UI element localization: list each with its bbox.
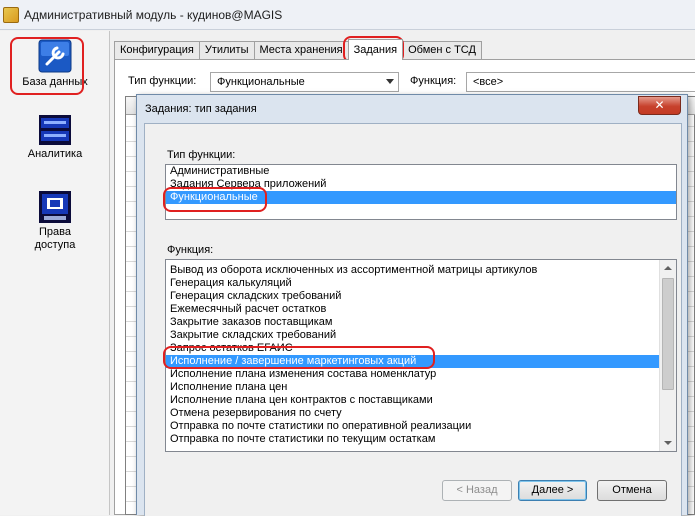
dialog-body: Тип функции: Административные Задания Се…	[144, 123, 682, 516]
task-type-dialog: Задания: тип задания ✕ Тип функции: Адми…	[136, 94, 688, 516]
function-filter-label: Функция:	[410, 75, 457, 87]
tab-utilities[interactable]: Утилиты	[198, 41, 255, 60]
function-group-label: Функция:	[167, 244, 214, 256]
list-item[interactable]: Административные	[166, 165, 676, 178]
tab-storage-locations[interactable]: Места хранения	[253, 41, 349, 60]
function-type-combo[interactable]: Функциональные	[210, 72, 399, 92]
list-item[interactable]: Отправка по почте статистики по оператив…	[166, 420, 676, 433]
list-item-selected[interactable]: Исполнение / завершение маркетинговых ак…	[166, 355, 676, 368]
nav-label-database: База данных	[22, 76, 88, 88]
list-item[interactable]: Отправка по почте статистики по текущим …	[166, 433, 676, 446]
app-icon	[3, 6, 19, 23]
tab-tasks[interactable]: Задания	[347, 39, 404, 60]
function-list-scrollbar[interactable]	[659, 260, 676, 451]
nav-label-analytics: Аналитика	[27, 148, 83, 160]
scroll-down-button[interactable]	[660, 434, 676, 451]
chevron-down-icon	[664, 441, 672, 445]
window-title-bar: Административный модуль - кудинов@MAGIS	[0, 0, 695, 30]
list-item[interactable]: Ежемесячный расчет остатков	[166, 303, 676, 316]
navigation-pane: База данных Аналитика Права доступа	[0, 31, 110, 515]
window-title: Административный модуль - кудинов@MAGIS	[24, 7, 283, 22]
function-combo[interactable]: <все>	[466, 72, 695, 92]
list-item[interactable]: Исполнение плана цен	[166, 381, 676, 394]
list-item[interactable]: Генерация калькуляций	[166, 277, 676, 290]
list-item[interactable]: Исполнение плана изменения состава номен…	[166, 368, 676, 381]
list-item[interactable]: Вывод из оборота исключенных из ассортим…	[166, 264, 676, 277]
list-item[interactable]: Генерация складских требований	[166, 290, 676, 303]
function-listbox[interactable]: Вывод из оборота исключенных из ассортим…	[165, 259, 677, 452]
back-button[interactable]: < Назад	[442, 480, 512, 501]
tab-strip: Конфигурация Утилиты Места хранения Зада…	[114, 39, 482, 60]
close-icon: ✕	[654, 98, 665, 112]
nav-item-analytics[interactable]: Аналитика	[0, 115, 110, 161]
nav-item-database[interactable]: База данных	[0, 39, 110, 89]
function-type-combo-value: Функциональные	[217, 76, 305, 88]
nav-label-access-rights: Права доступа	[34, 226, 76, 251]
list-item[interactable]: Исполнение плана цен контрактов с постав…	[166, 394, 676, 407]
dialog-title: Задания: тип задания	[145, 103, 257, 115]
list-item-selected[interactable]: Функциональные	[166, 191, 676, 204]
nav-item-access-rights[interactable]: Права доступа	[0, 191, 110, 252]
scrollbar-thumb[interactable]	[662, 278, 674, 390]
chevron-up-icon	[664, 266, 672, 270]
list-item[interactable]: Задания Сервера приложений	[166, 178, 676, 191]
database-wrench-icon	[38, 39, 72, 73]
tab-configuration[interactable]: Конфигурация	[114, 41, 200, 60]
list-item[interactable]: Закрытие заказов поставщикам	[166, 316, 676, 329]
chevron-down-icon	[386, 79, 394, 84]
access-rights-icon	[39, 191, 71, 223]
function-type-listbox[interactable]: Административные Задания Сервера приложе…	[165, 164, 677, 220]
tab-tsd-exchange[interactable]: Обмен с ТСД	[402, 41, 482, 60]
next-button[interactable]: Далее >	[518, 480, 587, 501]
list-item[interactable]: Закрытие складских требований	[166, 329, 676, 342]
close-button[interactable]: ✕	[638, 96, 681, 115]
function-type-filter-label: Тип функции:	[128, 75, 197, 87]
cancel-button[interactable]: Отмена	[597, 480, 667, 501]
analytics-icon	[39, 115, 71, 145]
scroll-up-button[interactable]	[660, 260, 676, 277]
function-type-group-label: Тип функции:	[167, 149, 236, 161]
list-item[interactable]: Отмена резервирования по счету	[166, 407, 676, 420]
function-combo-value: <все>	[473, 76, 504, 88]
list-item[interactable]: Запрос остатков ЕГАИС	[166, 342, 676, 355]
